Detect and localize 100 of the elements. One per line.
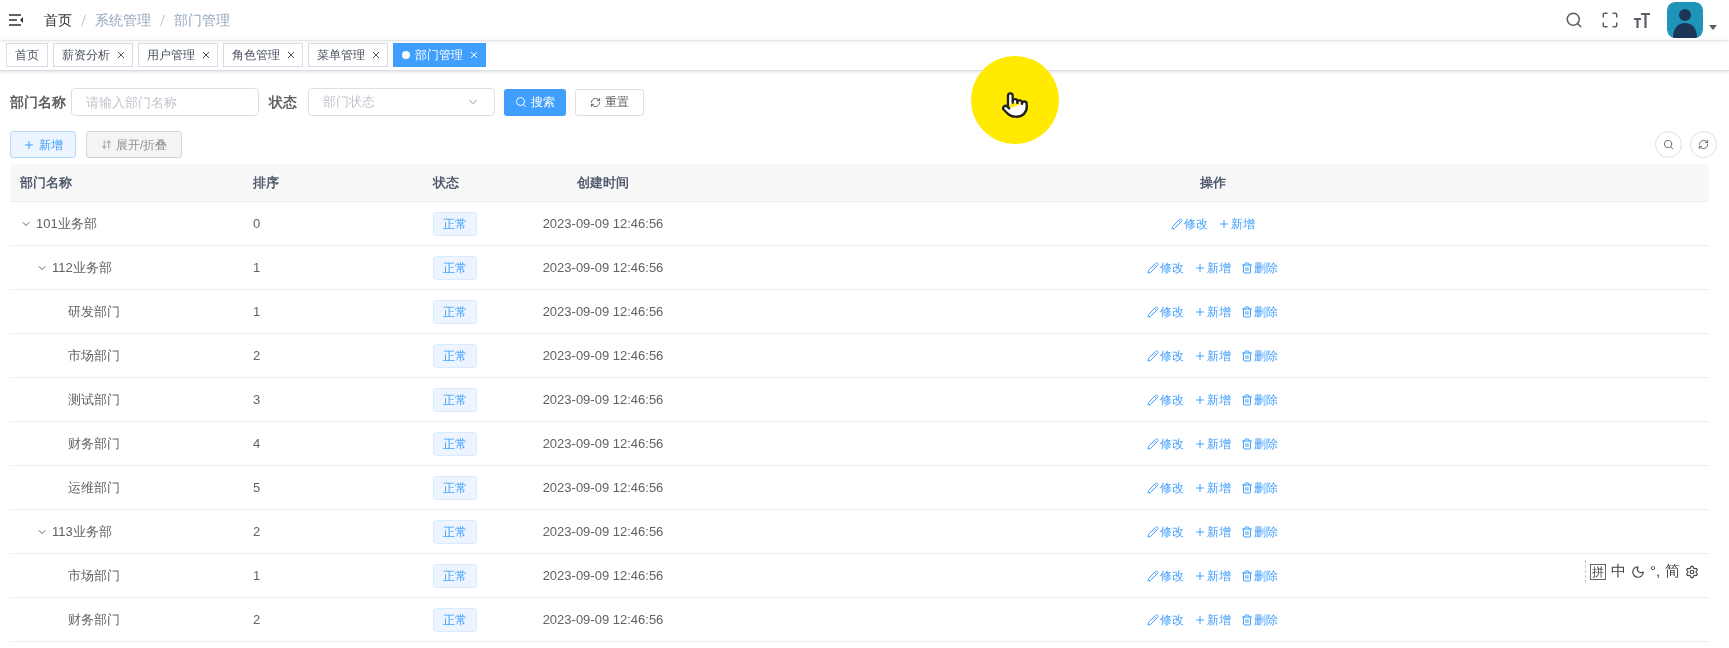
action-link[interactable]: 删除 xyxy=(1241,346,1278,365)
tab[interactable]: 角色管理 xyxy=(223,43,303,67)
action-link[interactable]: 新增 xyxy=(1194,346,1231,365)
action-link[interactable]: 新增 xyxy=(1194,478,1231,497)
table-cell: 4 xyxy=(253,435,261,451)
action-link[interactable]: 修改 xyxy=(1147,478,1184,497)
settings-icon[interactable] xyxy=(1685,564,1700,579)
plus-icon xyxy=(1194,481,1206,494)
table-cell: 5 xyxy=(253,479,261,495)
action-link[interactable]: 新增 xyxy=(1194,566,1231,585)
action-link[interactable]: 修改 xyxy=(1147,434,1184,453)
close-icon[interactable] xyxy=(118,52,124,58)
breadcrumb-separator-icon xyxy=(160,14,165,26)
table-cell: 3 xyxy=(253,391,261,407)
trash-icon xyxy=(1241,437,1253,450)
fullscreen-icon[interactable] xyxy=(1601,11,1619,29)
status-tag: 正常 xyxy=(433,519,477,544)
status-tag: 正常 xyxy=(433,387,477,412)
tab[interactable]: 部门管理 xyxy=(393,43,486,67)
action-link[interactable]: 新增 xyxy=(1194,302,1231,321)
action-link[interactable]: 新增 xyxy=(1194,522,1231,541)
tab-label: 菜单管理 xyxy=(317,47,365,64)
action-link[interactable]: 删除 xyxy=(1241,258,1278,277)
plus-icon xyxy=(1194,305,1206,318)
action-link[interactable]: 修改 xyxy=(1147,390,1184,409)
action-link[interactable]: 删除 xyxy=(1241,434,1278,453)
close-icon[interactable] xyxy=(288,52,294,58)
status-tag: 正常 xyxy=(433,563,477,588)
action-link[interactable]: 修改 xyxy=(1147,258,1184,277)
table-cell: 2023-09-09 12:46:56 xyxy=(542,479,664,495)
trash-icon xyxy=(1241,525,1253,538)
search-icon[interactable] xyxy=(1565,11,1583,29)
column-header: 创建时间 xyxy=(577,174,629,190)
action-link[interactable]: 新增 xyxy=(1194,390,1231,409)
action-link[interactable]: 删除 xyxy=(1241,566,1278,585)
plus-icon xyxy=(1217,217,1230,230)
search-icon xyxy=(515,96,527,108)
table-cell: 2 xyxy=(253,523,261,539)
tab[interactable]: 薪资分析 xyxy=(53,43,133,67)
action-link[interactable]: 修改 xyxy=(1147,610,1184,629)
breadcrumb-item: 系统管理 xyxy=(95,10,151,30)
table-cell-text: 研发部门 xyxy=(68,302,120,321)
search-icon xyxy=(1663,139,1674,150)
breadcrumb-item[interactable]: 首页 xyxy=(44,9,72,31)
edit-icon xyxy=(1147,613,1159,626)
trash-icon xyxy=(1241,613,1253,626)
action-link[interactable]: 新增 xyxy=(1217,214,1255,233)
table-cell: 1 xyxy=(253,567,261,583)
edit-icon xyxy=(1147,305,1159,318)
action-link[interactable]: 新增 xyxy=(1194,258,1231,277)
table-cell-text: 112业务部 xyxy=(52,258,112,277)
action-link[interactable]: 删除 xyxy=(1241,522,1278,541)
action-link[interactable]: 删除 xyxy=(1241,478,1278,497)
action-link[interactable]: 修改 xyxy=(1147,566,1184,585)
action-link[interactable]: 修改 xyxy=(1147,522,1184,541)
expand-collapse-button[interactable]: 展开/折叠 xyxy=(86,131,183,158)
menu-icon[interactable] xyxy=(8,13,24,27)
caret-icon[interactable] xyxy=(1709,24,1717,30)
table-cell: 2 xyxy=(253,611,261,627)
action-link[interactable]: 删除 xyxy=(1241,610,1278,629)
ime-label[interactable]: 拼 xyxy=(1590,563,1606,580)
ime-label[interactable]: °, xyxy=(1650,560,1661,583)
ime-label[interactable]: 中 xyxy=(1611,560,1626,583)
tab[interactable]: 用户管理 xyxy=(138,43,218,67)
plus-icon xyxy=(1194,613,1206,626)
action-link[interactable]: 修改 xyxy=(1147,302,1184,321)
close-icon[interactable] xyxy=(373,52,379,58)
add-button[interactable]: 新增 xyxy=(10,131,76,158)
table-cell: 1 xyxy=(253,303,261,319)
table-cell: 2023-09-09 12:46:56 xyxy=(542,303,664,319)
trash-icon xyxy=(1241,261,1253,274)
table-cell: 2023-09-09 12:46:56 xyxy=(542,611,664,627)
action-link[interactable]: 删除 xyxy=(1241,390,1278,409)
search-button[interactable]: 搜索 xyxy=(504,88,566,116)
action-link[interactable]: 删除 xyxy=(1241,302,1278,321)
tab-label: 部门管理 xyxy=(415,47,463,64)
action-link[interactable]: 修改 xyxy=(1147,346,1184,365)
status-tag: 正常 xyxy=(433,299,477,324)
tab[interactable]: 菜单管理 xyxy=(308,43,388,67)
action-link[interactable]: 新增 xyxy=(1194,610,1231,629)
table-cell: 1 xyxy=(253,259,261,275)
avatar[interactable] xyxy=(1667,2,1703,38)
plus-icon xyxy=(1194,437,1206,450)
close-icon[interactable] xyxy=(203,52,209,58)
table-cell: 2023-09-09 12:46:56 xyxy=(542,523,664,539)
moon-icon[interactable] xyxy=(1631,564,1645,579)
action-link[interactable]: 新增 xyxy=(1194,434,1231,453)
trash-icon xyxy=(1241,349,1253,362)
tab-label: 角色管理 xyxy=(232,47,280,64)
ime-label[interactable]: 简 xyxy=(1665,560,1681,583)
breadcrumb-separator-icon xyxy=(81,14,86,26)
reset-button[interactable]: 重置 xyxy=(575,88,644,116)
edit-icon xyxy=(1147,437,1159,450)
table-cell: 2023-09-09 12:46:56 xyxy=(542,259,664,275)
table-cell: 2 xyxy=(253,347,261,363)
action-link[interactable]: 修改 xyxy=(1170,214,1208,233)
edit-icon xyxy=(1147,261,1159,274)
table-cell-text: 运维部门 xyxy=(68,478,120,497)
font-size-icon[interactable] xyxy=(1633,11,1651,29)
tab[interactable]: 首页 xyxy=(6,43,48,67)
